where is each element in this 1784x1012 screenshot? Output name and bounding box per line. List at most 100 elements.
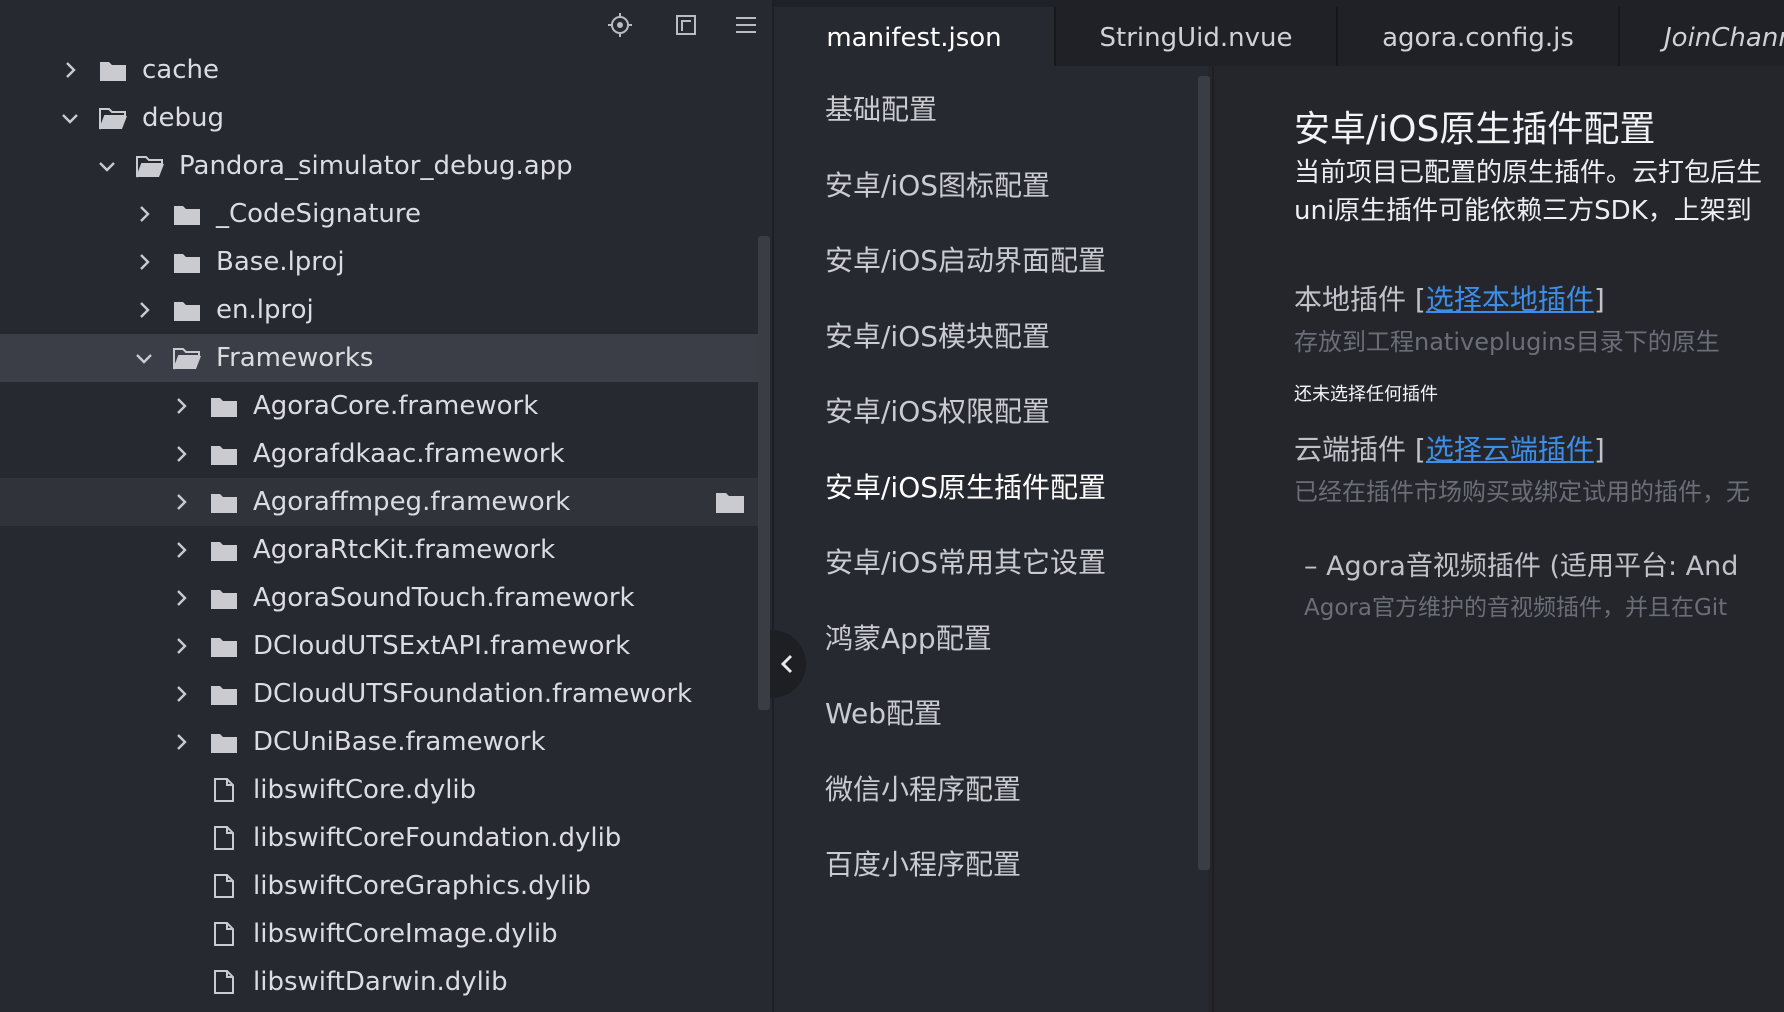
- tree-item-label: libswiftCore.dylib: [253, 775, 477, 805]
- chevron-down-icon[interactable]: [95, 154, 119, 178]
- file-icon: [209, 777, 239, 803]
- no-plugin-selected-text: 还未选择任何插件: [1294, 384, 1438, 405]
- tree-folder-row[interactable]: Base.lproj: [0, 238, 758, 286]
- description-line-1: 当前项目已配置的原生插件。云打包后生: [1294, 158, 1763, 188]
- tree-item-label: Agoraffmpeg.framework: [253, 487, 571, 517]
- folder-icon: [209, 681, 239, 707]
- tree-item-label: en.lproj: [216, 295, 314, 325]
- tab-stringuid-nvue[interactable]: StringUid.nvue: [1056, 7, 1338, 66]
- folder-icon: [172, 201, 202, 227]
- chevron-right-icon[interactable]: [169, 394, 193, 418]
- file-icon: [209, 921, 239, 947]
- tree-item-label: cache: [142, 55, 219, 85]
- settings-nav-item[interactable]: 安卓/iOS常用其它设置: [825, 541, 1106, 581]
- settings-nav-item[interactable]: 微信小程序配置: [825, 768, 1021, 808]
- folder-icon: [209, 729, 239, 755]
- tree-folder-row[interactable]: cache: [0, 46, 758, 94]
- settings-nav: 基础配置 安卓/iOS图标配置 安卓/iOS启动界面配置 安卓/iOS模块配置 安卓/i…: [774, 66, 1208, 1012]
- cloud-plugins-hint: 已经在插件市场购买或绑定试用的插件，无: [1294, 478, 1750, 506]
- tab-joinchann[interactable]: JoinChann: [1620, 7, 1784, 66]
- settings-nav-item[interactable]: 基础配置: [825, 88, 937, 128]
- tree-file-row[interactable]: libswiftDarwin.dylib: [0, 958, 758, 1006]
- tree-item-label: libswiftCoreImage.dylib: [253, 919, 558, 949]
- tree-folder-row[interactable]: DCloudUTSFoundation.framework: [0, 670, 758, 718]
- folder-open-icon: [135, 153, 165, 179]
- tree-item-label: AgoraRtcKit.framework: [253, 535, 556, 565]
- tree-file-row[interactable]: libswiftCore.dylib: [0, 766, 758, 814]
- chevron-down-icon[interactable]: [132, 346, 156, 370]
- settings-nav-item[interactable]: 安卓/iOS模块配置: [825, 315, 1050, 355]
- tree-folder-row[interactable]: _CodeSignature: [0, 190, 758, 238]
- description-line-2: uni原生插件可能依赖三方SDK，上架到: [1294, 196, 1752, 226]
- settings-nav-item[interactable]: 安卓/iOS启动界面配置: [825, 239, 1106, 279]
- explorer-scrollbar[interactable]: [758, 236, 770, 710]
- chevron-right-icon[interactable]: [169, 442, 193, 466]
- folder-icon: [209, 537, 239, 563]
- folder-icon: [209, 489, 239, 515]
- tree-folder-row[interactable]: en.lproj: [0, 286, 758, 334]
- chevron-right-icon[interactable]: [169, 634, 193, 658]
- settings-nav-item[interactable]: 安卓/iOS图标配置: [825, 164, 1050, 204]
- local-plugins-section: 本地插件 [选择本地插件]: [1294, 278, 1605, 318]
- tree-folder-row[interactable]: Frameworks: [0, 334, 758, 382]
- tree-folder-row[interactable]: AgoraRtcKit.framework: [0, 526, 758, 574]
- tree-item-label: DCloudUTSFoundation.framework: [253, 679, 693, 709]
- chevron-right-icon[interactable]: [132, 202, 156, 226]
- select-cloud-plugin-link[interactable]: 选择云端插件: [1426, 433, 1594, 466]
- tree-item-label: Base.lproj: [216, 247, 345, 277]
- plugin-agora-name: – Agora音视频插件 (适用平台: And: [1304, 551, 1739, 582]
- file-tree: cache debug Pandora_simulator_debug.app _Co…: [0, 46, 758, 1006]
- tree-item-label: libswiftCoreFoundation.dylib: [253, 823, 622, 853]
- tree-item-label: libswiftDarwin.dylib: [253, 967, 508, 997]
- settings-nav-item[interactable]: 鸿蒙App配置: [825, 617, 992, 657]
- chevron-right-icon[interactable]: [169, 586, 193, 610]
- tree-item-label: Frameworks: [216, 343, 374, 373]
- tree-item-label: Pandora_simulator_debug.app: [179, 151, 573, 181]
- settings-nav-item[interactable]: Web配置: [825, 692, 942, 732]
- tree-file-row[interactable]: libswiftCoreGraphics.dylib: [0, 862, 758, 910]
- tree-folder-row[interactable]: DCUniBase.framework: [0, 718, 758, 766]
- settings-nav-scrollbar[interactable]: [1198, 76, 1210, 870]
- settings-nav-item[interactable]: 百度小程序配置: [825, 843, 1021, 883]
- bracket-open: [: [1414, 433, 1426, 466]
- chevron-right-icon[interactable]: [169, 682, 193, 706]
- open-folder-icon[interactable]: [714, 489, 746, 515]
- chevron-right-icon[interactable]: [169, 538, 193, 562]
- tab-manifest-json[interactable]: manifest.json: [774, 7, 1056, 66]
- locate-icon[interactable]: [606, 11, 634, 39]
- settings-nav-item[interactable]: 安卓/iOS权限配置: [825, 390, 1050, 430]
- local-plugins-label: 本地插件: [1294, 283, 1407, 316]
- chevron-right-icon[interactable]: [58, 58, 82, 82]
- tree-folder-row[interactable]: AgoraCore.framework: [0, 382, 758, 430]
- tree-file-row[interactable]: libswiftCoreFoundation.dylib: [0, 814, 758, 862]
- select-local-plugin-link[interactable]: 选择本地插件: [1426, 283, 1594, 316]
- tree-item-label: DCloudUTSExtAPI.framework: [253, 631, 631, 661]
- tree-folder-row[interactable]: AgoraSoundTouch.framework: [0, 574, 758, 622]
- file-explorer: cache debug Pandora_simulator_debug.app _Co…: [0, 0, 772, 1012]
- chevron-down-icon[interactable]: [58, 106, 82, 130]
- tree-folder-row[interactable]: Agorafdkaac.framework: [0, 430, 758, 478]
- folder-icon: [209, 633, 239, 659]
- chevron-right-icon[interactable]: [169, 490, 193, 514]
- folder-icon: [209, 585, 239, 611]
- tree-item-label: AgoraSoundTouch.framework: [253, 583, 635, 613]
- tree-item-label: debug: [142, 103, 224, 133]
- tree-folder-row[interactable]: debug: [0, 94, 758, 142]
- tree-folder-row[interactable]: Agoraffmpeg.framework: [0, 478, 758, 526]
- collapse-all-icon[interactable]: [672, 11, 700, 39]
- tree-item-label: AgoraCore.framework: [253, 391, 539, 421]
- tree-file-row[interactable]: libswiftCoreImage.dylib: [0, 910, 758, 958]
- settings-nav-item[interactable]: 安卓/iOS原生插件配置: [825, 466, 1106, 506]
- menu-icon[interactable]: [732, 11, 760, 39]
- chevron-right-icon[interactable]: [169, 730, 193, 754]
- chevron-right-icon[interactable]: [132, 298, 156, 322]
- bracket-close: ]: [1593, 283, 1605, 316]
- chevron-right-icon[interactable]: [132, 250, 156, 274]
- tree-folder-row[interactable]: Pandora_simulator_debug.app: [0, 142, 758, 190]
- file-icon: [209, 825, 239, 851]
- tree-item-label: libswiftCoreGraphics.dylib: [253, 871, 591, 901]
- tab-agora-config-js[interactable]: agora.config.js: [1338, 7, 1620, 66]
- tree-folder-row[interactable]: DCloudUTSExtAPI.framework: [0, 622, 758, 670]
